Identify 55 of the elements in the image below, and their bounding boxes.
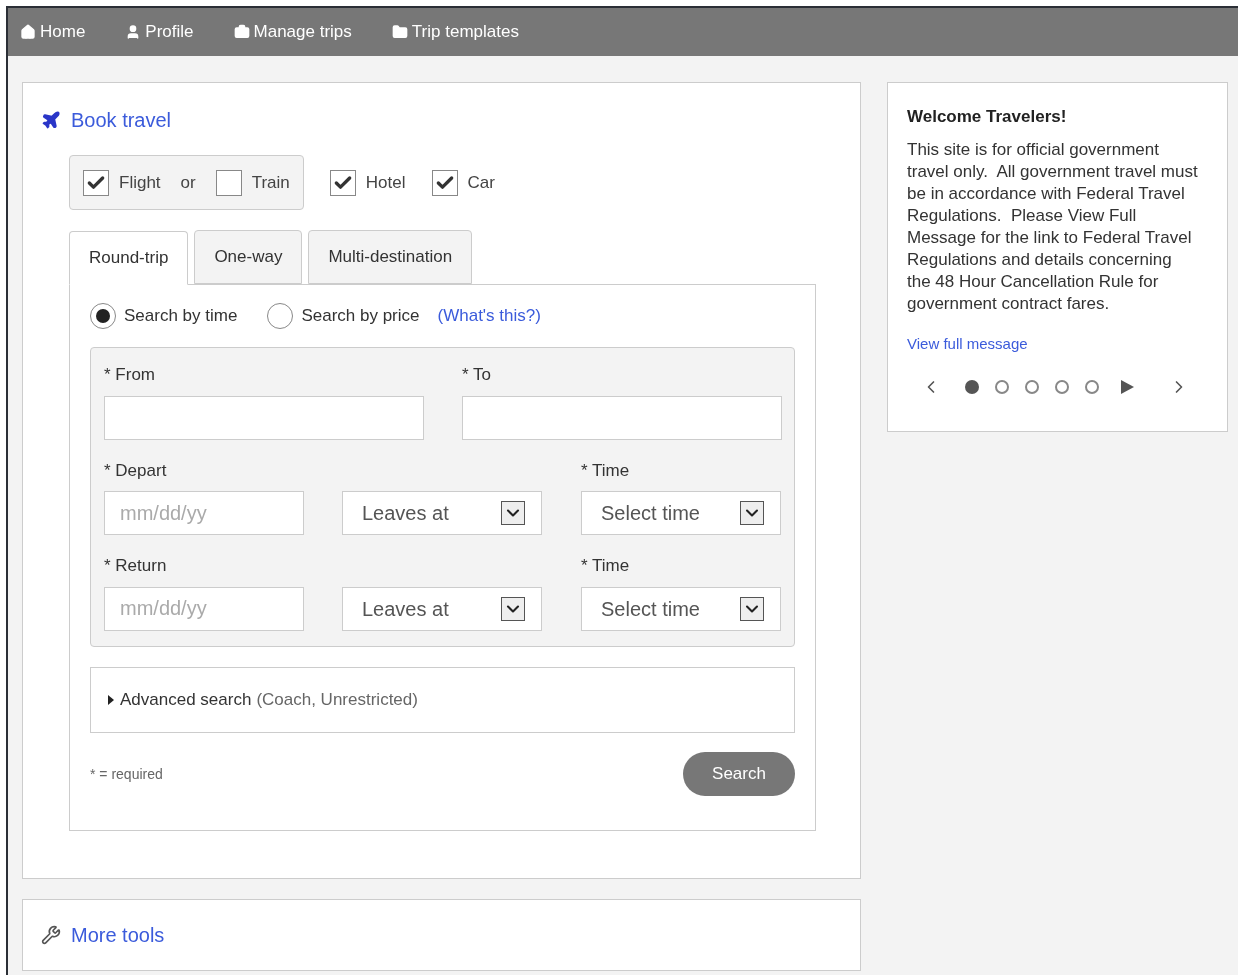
welcome-message: Regulations and details concerning the 48 Hour Cancellation Rule for government contract fares. bbox=[907, 248, 1173, 315]
dropdown-caret-icon bbox=[501, 596, 525, 621]
radio-label: Search by time bbox=[124, 305, 238, 328]
welcome-title: Welcome Travelers! bbox=[907, 106, 1068, 128]
briefcase-icon bbox=[233, 24, 250, 40]
dropdown-caret-icon bbox=[740, 501, 764, 525]
search-button[interactable]: Search bbox=[683, 752, 795, 796]
time-dropdown[interactable]: Select time bbox=[581, 491, 781, 535]
field-label: * From bbox=[104, 364, 156, 386]
trip-type-tab[interactable]: Round-trip bbox=[69, 231, 189, 285]
section-title: Book travel bbox=[71, 108, 172, 133]
radio-button[interactable] bbox=[90, 303, 116, 329]
date-input[interactable]: mm/dd/yy bbox=[104, 586, 304, 631]
required-note: * = required bbox=[90, 764, 163, 784]
location-input[interactable] bbox=[462, 395, 782, 440]
nav-link[interactable]: Trip templates bbox=[391, 19, 519, 45]
checkbox[interactable] bbox=[215, 169, 242, 196]
radio-label: Search by price bbox=[301, 305, 420, 328]
trip-type-tab[interactable]: One-way bbox=[194, 230, 303, 284]
checkbox-label: Train bbox=[251, 171, 290, 194]
dropdown-caret-icon bbox=[501, 501, 525, 525]
trip-type-tab[interactable]: Multi-destination bbox=[308, 230, 473, 284]
expand-triangle-icon bbox=[108, 695, 114, 705]
home-icon bbox=[20, 24, 36, 40]
checkbox-label: Car bbox=[467, 171, 495, 194]
section-title: More tools bbox=[71, 923, 165, 948]
location-input[interactable] bbox=[104, 395, 424, 440]
field-label: * Return bbox=[104, 555, 168, 577]
checkbox[interactable] bbox=[329, 169, 356, 196]
checkbox[interactable] bbox=[83, 169, 109, 196]
leaves-at-dropdown[interactable]: Leaves at bbox=[342, 586, 542, 631]
field-label: * Depart bbox=[104, 459, 168, 482]
plane-icon bbox=[41, 110, 61, 130]
field-label: * Time bbox=[581, 555, 631, 577]
dropdown-caret-icon bbox=[740, 596, 764, 621]
radio-button[interactable] bbox=[267, 303, 294, 329]
nav-link[interactable]: Home bbox=[20, 19, 86, 45]
nav-link[interactable]: Profile bbox=[125, 19, 194, 45]
or-label: or bbox=[180, 171, 196, 194]
field-label: * To bbox=[462, 364, 492, 386]
nav-link[interactable]: Manage trips bbox=[233, 19, 352, 45]
folder-icon bbox=[391, 24, 408, 40]
time-dropdown[interactable]: Select time bbox=[581, 586, 781, 631]
date-input[interactable]: mm/dd/yy bbox=[104, 491, 304, 535]
view-full-message-link[interactable]: View full message bbox=[907, 332, 1217, 355]
advanced-search-toggle[interactable]: Advanced search (Coach, Unrestricted) bbox=[90, 667, 795, 733]
checkbox[interactable] bbox=[431, 169, 458, 196]
leaves-at-dropdown[interactable]: Leaves at bbox=[342, 491, 542, 535]
play-icon[interactable] bbox=[1119, 379, 1135, 395]
welcome-message: This site is for official government travel only. All government travel must be in accordance with Federal Travel Regulations. Please View Full Message for the link to Federal Travel bbox=[907, 138, 1199, 249]
checkbox-label: Flight bbox=[119, 171, 161, 194]
field-label: * Time bbox=[581, 459, 631, 482]
help-link[interactable]: (What's this?) bbox=[437, 303, 541, 329]
checkbox-label: Hotel bbox=[365, 171, 406, 194]
wrench-icon bbox=[41, 925, 61, 945]
